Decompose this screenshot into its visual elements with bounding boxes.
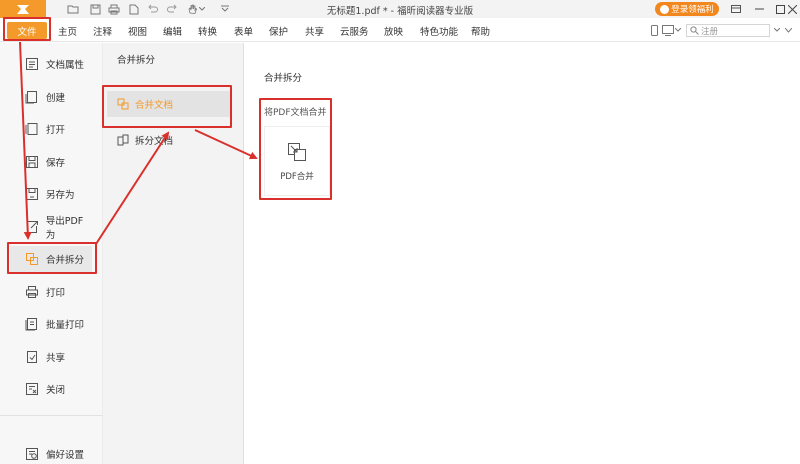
document-properties-icon — [24, 56, 40, 72]
content-area: 合并拆分 将PDF文档合并 PDF合并 — [245, 43, 800, 464]
panel-title: 合并拆分 — [117, 55, 156, 66]
sidebar-item-label: 导出PDF为 — [45, 216, 84, 241]
chevron-down-icon[interactable] — [198, 2, 206, 16]
sidebar-item-label: 偏好设置 — [46, 450, 85, 461]
menu-tab-features[interactable]: 特色功能 — [420, 24, 458, 38]
foxit-logo-icon — [17, 4, 29, 14]
merge-split-panel: 合并拆分 合并文档 拆分文档 — [103, 43, 244, 464]
merge-document-icon — [116, 97, 130, 111]
sidebar-item-label: 批量打印 — [46, 320, 85, 331]
menu-bar: 文件 主页 注释 视图 编辑 转换 表单 保护 共享 云服务 放映 特色功能 帮… — [0, 18, 800, 42]
sidebar-item-create[interactable]: 创建 — [10, 84, 92, 110]
split-document-item[interactable]: 拆分文档 — [107, 127, 232, 153]
sidebar-item-batch-print[interactable]: 批量打印 — [10, 311, 92, 337]
menu-tab-share[interactable]: 共享 — [305, 24, 324, 38]
export-pdf-icon — [24, 219, 40, 235]
sidebar-item-label: 另存为 — [46, 190, 75, 201]
merge-document-item[interactable]: 合并文档 — [107, 91, 232, 117]
menu-tab-edit[interactable]: 编辑 — [163, 24, 182, 38]
mobile-icon[interactable] — [647, 23, 661, 37]
skin-icon[interactable] — [661, 23, 675, 37]
batch-print-icon — [24, 316, 40, 332]
preferences-icon — [24, 446, 40, 462]
sidebar-item-merge-split[interactable]: 合并拆分 — [10, 246, 92, 272]
split-document-label: 拆分文档 — [135, 136, 174, 147]
title-bar: 无标题1.pdf * - 福昕阅读器专业版 登录领福利 — [0, 0, 800, 18]
sidebar-item-close[interactable]: 关闭 — [10, 376, 92, 402]
menu-tab-convert[interactable]: 转换 — [198, 24, 217, 38]
sidebar-item-label: 文档属性 — [46, 60, 85, 71]
print-quick-icon[interactable] — [107, 2, 121, 16]
pdf-merge-icon — [286, 141, 308, 163]
create-icon — [24, 89, 40, 105]
ribbon-toggle-icon[interactable] — [724, 0, 748, 18]
sidebar-item-label: 合并拆分 — [46, 255, 85, 266]
sidebar-item-print[interactable]: 打印 — [10, 279, 92, 305]
close-doc-icon — [24, 381, 40, 397]
menu-tab-view[interactable]: 视图 — [128, 24, 147, 38]
search-icon — [690, 26, 699, 35]
login-reward-label: 登录领福利 — [671, 5, 714, 15]
sidebar-item-preferences[interactable]: 偏好设置 — [10, 441, 92, 464]
save-as-icon — [24, 186, 40, 202]
sidebar-divider — [0, 415, 103, 416]
user-icon — [660, 4, 670, 14]
search-input[interactable]: 注册 — [686, 24, 770, 37]
login-reward-button[interactable]: 登录领福利 — [655, 2, 719, 16]
sidebar-item-export-pdf[interactable]: 导出PDF为 — [10, 214, 92, 241]
menu-file-tab[interactable]: 文件 — [7, 22, 47, 39]
open-folder-icon[interactable] — [66, 2, 80, 16]
file-sidebar: 文档属性 创建 打开 保存 另存为 导出PDF为 合并拆分 打印 批量打印 共享… — [0, 43, 103, 464]
sidebar-item-open[interactable]: 打开 — [10, 116, 92, 142]
sidebar-item-label: 打印 — [46, 288, 66, 299]
merge-document-label: 合并文档 — [135, 100, 174, 111]
sidebar-item-label: 打开 — [46, 125, 66, 136]
content-title: 合并拆分 — [264, 73, 303, 84]
save-icon — [24, 154, 40, 170]
sidebar-item-save[interactable]: 保存 — [10, 149, 92, 175]
open-icon — [24, 121, 40, 137]
menu-tab-comment[interactable]: 注释 — [93, 24, 112, 38]
close-window-button[interactable] — [784, 0, 800, 18]
new-document-icon[interactable] — [127, 2, 141, 16]
hand-tool-icon[interactable] — [185, 2, 199, 16]
undo-icon[interactable] — [145, 2, 159, 16]
print-icon — [24, 284, 40, 300]
menu-tab-slideshow[interactable]: 放映 — [384, 24, 403, 38]
sidebar-item-save-as[interactable]: 另存为 — [10, 181, 92, 207]
app-logo[interactable] — [0, 0, 46, 18]
share-icon — [24, 349, 40, 365]
merge-section-label: 将PDF文档合并 — [264, 108, 327, 118]
split-document-icon — [116, 133, 130, 147]
sidebar-item-label: 关闭 — [46, 385, 66, 396]
save-quick-icon[interactable] — [88, 2, 102, 16]
menu-tab-form[interactable]: 表单 — [234, 24, 253, 38]
menu-tab-help[interactable]: 帮助 — [471, 24, 490, 38]
menu-tab-protect[interactable]: 保护 — [269, 24, 288, 38]
menu-tab-home[interactable]: 主页 — [58, 24, 77, 38]
pdf-merge-label: PDF合并 — [280, 171, 314, 182]
customize-toolbar-icon[interactable] — [218, 2, 232, 16]
sidebar-item-label: 创建 — [46, 93, 66, 104]
sidebar-item-document-properties[interactable]: 文档属性 — [10, 51, 92, 77]
sidebar-item-label: 保存 — [46, 158, 66, 169]
skin-dropdown-icon[interactable] — [674, 23, 682, 37]
redo-icon[interactable] — [165, 2, 179, 16]
sidebar-item-share[interactable]: 共享 — [10, 344, 92, 370]
sidebar-item-label: 共享 — [46, 353, 66, 364]
search-placeholder: 注册 — [701, 26, 719, 37]
menu-tab-cloud[interactable]: 云服务 — [340, 24, 369, 38]
search-options-icon[interactable] — [772, 23, 782, 37]
merge-split-icon — [24, 251, 40, 267]
collapse-ribbon-icon[interactable] — [782, 23, 794, 37]
pdf-merge-card[interactable]: PDF合并 — [264, 126, 330, 196]
